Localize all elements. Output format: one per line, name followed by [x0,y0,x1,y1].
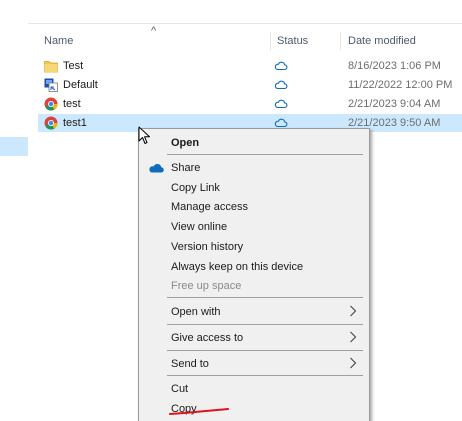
menu-item-send-to[interactable]: Send to [139,354,369,374]
folder-icon [44,61,58,73]
menu-item-label: Open [171,137,200,149]
column-header-row: Name Status Date modified [38,32,462,50]
menu-item-open-with[interactable]: Open with [139,302,369,322]
menu-separator [167,154,363,155]
menu-item-label: Manage access [171,201,249,213]
file-name: Default [63,79,98,91]
file-row[interactable]: Default 11/22/2022 12:00 PM [38,76,462,94]
file-date-modified: 8/16/2023 1:06 PM [348,60,441,72]
menu-item-label: View online [171,221,228,233]
menu-item-copy-link[interactable]: Copy Link [139,178,369,198]
chevron-right-icon [350,357,357,369]
menu-item-always-keep[interactable]: Always keep on this device [139,257,369,277]
file-name: test1 [63,117,87,129]
onedrive-cloud-icon [149,164,164,173]
menu-item-cut[interactable]: Cut [139,379,369,399]
menu-item-share[interactable]: Share [139,158,369,178]
column-header-date-modified[interactable]: Date modified [348,35,416,47]
menu-item-label: Cut [171,383,189,395]
navigation-pane-edge [0,0,28,421]
mouse-pointer-icon [138,126,150,144]
file-date-modified: 11/22/2022 12:00 PM [348,79,453,91]
menu-item-label: Always keep on this device [171,261,304,273]
cloud-icon [274,61,288,71]
chrome-icon [44,116,58,130]
menu-item-free-up-space: Free up space [139,276,369,296]
file-name: test [63,98,81,110]
menu-item-version-history[interactable]: Version history [139,237,369,257]
menu-item-open[interactable]: Open [139,133,369,153]
menu-separator [167,375,363,376]
navigation-pane-selected-item[interactable] [0,137,28,156]
column-divider[interactable] [270,32,271,50]
menu-item-label: Open with [171,306,221,318]
context-menu: Open Share Copy Link Manage access View … [138,128,370,421]
column-header-status[interactable]: Status [277,35,308,47]
menu-item-label: Share [171,162,201,174]
menu-separator [167,297,363,298]
column-header-name[interactable]: Name [44,35,73,47]
menu-item-label: Copy Link [171,182,220,194]
red-underline-annotation [169,408,229,415]
file-explorer: ^ Name Status Date modified Test 8/16/20… [0,0,462,421]
menu-separator [167,324,363,325]
menu-item-manage-access[interactable]: Manage access [139,197,369,217]
toolbar-edge [0,0,462,24]
menu-item-label: Version history [171,241,244,253]
cloud-icon [274,80,288,90]
menu-item-label: Give access to [171,332,244,344]
file-row[interactable]: Test 8/16/2023 1:06 PM [38,57,462,75]
chevron-right-icon [350,305,357,317]
menu-separator [167,350,363,351]
file-row[interactable]: test 2/21/2023 9:04 AM [38,95,462,113]
chrome-icon [44,97,58,111]
menu-item-view-online[interactable]: View online [139,217,369,237]
file-date-modified: 2/21/2023 9:04 AM [348,98,441,110]
chevron-right-icon [350,331,357,343]
menu-item-label: Send to [171,358,209,370]
menu-item-give-access-to[interactable]: Give access to [139,328,369,348]
cloud-icon [274,99,288,109]
menu-item-label: Free up space [171,280,242,292]
column-divider[interactable] [340,32,341,50]
shortcut-icon [44,78,58,92]
file-name: Test [63,60,84,72]
